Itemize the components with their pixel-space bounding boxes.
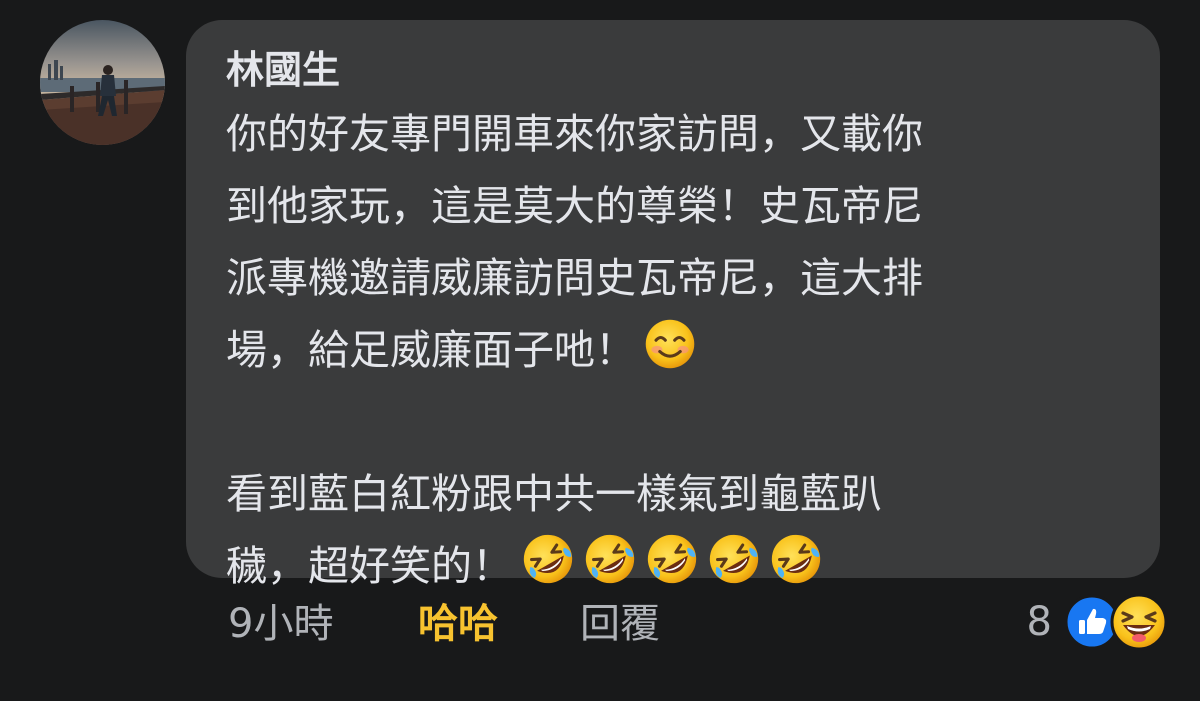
rofl-icon — [705, 530, 763, 588]
smiling-face-icon — [642, 316, 698, 372]
comment-line-text: 穢，超好笑的！ — [226, 542, 513, 590]
comment-paragraph: 你的好友專門開車來你家訪問，又載你 到他家玩，這是莫大的尊榮！史瓦帝尼 派專機邀… — [226, 98, 1120, 386]
comment-paragraph: 看到藍白紅粉跟中共一樣氣到龜藍趴 穢，超好笑的！ — [226, 458, 1120, 602]
profile-photo — [40, 20, 165, 145]
rofl-icon — [581, 530, 639, 588]
rofl-icon — [767, 530, 825, 588]
comment-line: 派專機邀請威廉訪問史瓦帝尼，這大排 — [226, 254, 923, 302]
reaction-count: 8 — [1026, 599, 1052, 645]
comment-timestamp[interactable]: 9小時 — [228, 596, 333, 652]
comment-line-with-emoji: 穢，超好笑的！ — [226, 530, 1120, 602]
rofl-icon — [519, 530, 577, 588]
avatar[interactable] — [40, 20, 165, 145]
comment-line-with-emoji: 場，給足威廉面子吔！ — [226, 314, 1120, 386]
comment-line: 你的好友專門開車來你家訪問，又載你 — [226, 110, 923, 158]
comment-line-text: 場，給足威廉面子吔！ — [226, 326, 636, 374]
reply-button[interactable]: 回覆 — [580, 596, 660, 652]
haha-reaction-button[interactable]: 哈哈 — [418, 596, 498, 652]
rofl-icon — [643, 530, 701, 588]
comment-line: 看到藍白紅粉跟中共一樣氣到龜藍趴 — [226, 470, 882, 518]
comment-bubble: 林國生 你的好友專門開車來你家訪問，又載你 到他家玩，這是莫大的尊榮！史瓦帝尼 … — [186, 20, 1160, 590]
reaction-summary[interactable]: 8 — [1027, 592, 1168, 652]
comment-line: 到他家玩，這是莫大的尊榮！史瓦帝尼 — [226, 182, 923, 230]
haha-icon — [1110, 593, 1168, 651]
comment-author[interactable]: 林國生 — [226, 46, 1120, 94]
